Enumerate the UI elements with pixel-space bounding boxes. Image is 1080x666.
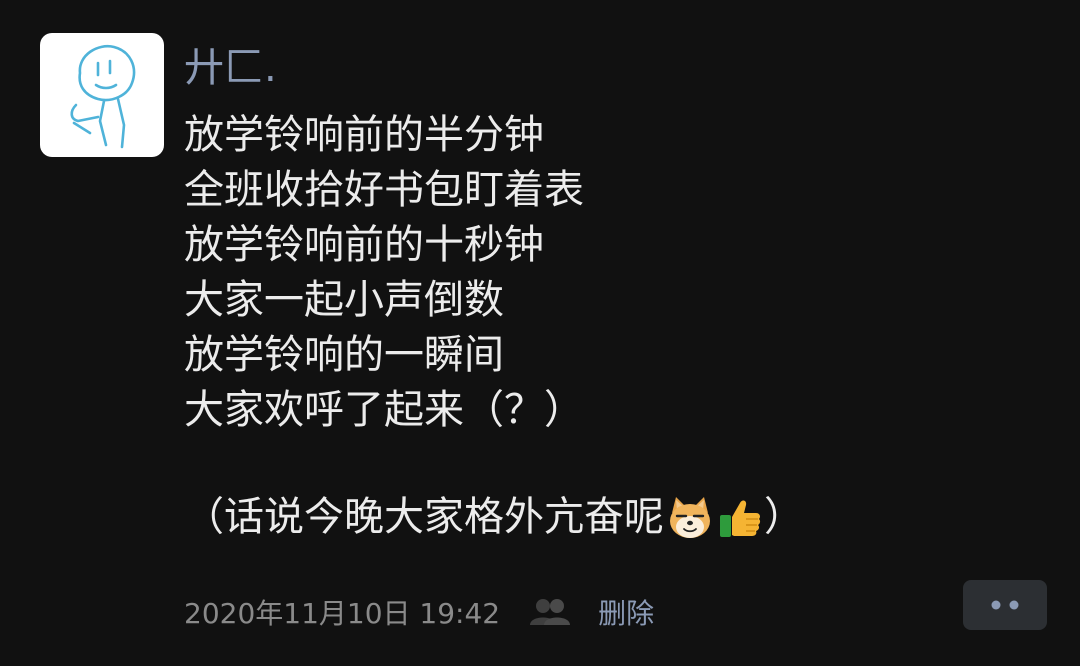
- stick-figure-avatar-icon: [70, 44, 136, 149]
- post-line-with-emoji: （话说今晚大家格外亢奋呢 ）: [184, 488, 1064, 546]
- post-tail-text: （话说今晚大家格外亢奋呢: [184, 494, 664, 540]
- two-dots-icon: [991, 600, 1019, 610]
- post-line: 大家一起小声倒数: [184, 277, 504, 323]
- delete-link[interactable]: 删除: [598, 592, 654, 632]
- post-line: 全班收拾好书包盯着表: [184, 167, 584, 213]
- doge-emoji-icon: [666, 493, 714, 541]
- avatar[interactable]: [40, 33, 164, 157]
- thumbs-up-emoji-icon: [716, 493, 764, 541]
- username[interactable]: 廾匚.: [184, 40, 277, 96]
- post-tail-close: ）: [764, 494, 804, 540]
- friends-icon[interactable]: [528, 597, 572, 627]
- more-actions-button[interactable]: [963, 580, 1047, 630]
- post-line: 放学铃响前的半分钟: [184, 112, 544, 158]
- post-line: 大家欢呼了起来（？）: [184, 387, 584, 433]
- post-line: 放学铃响的一瞬间: [184, 332, 504, 378]
- post-line: 放学铃响前的十秒钟: [184, 222, 544, 268]
- post-body: 放学铃响前的半分钟 全班收拾好书包盯着表 放学铃响前的十秒钟 大家一起小声倒数 …: [184, 108, 1064, 546]
- timestamp: 2020年11月10日 19:42: [184, 597, 501, 630]
- post-footer: 2020年11月10日 19:42 删除: [184, 590, 654, 634]
